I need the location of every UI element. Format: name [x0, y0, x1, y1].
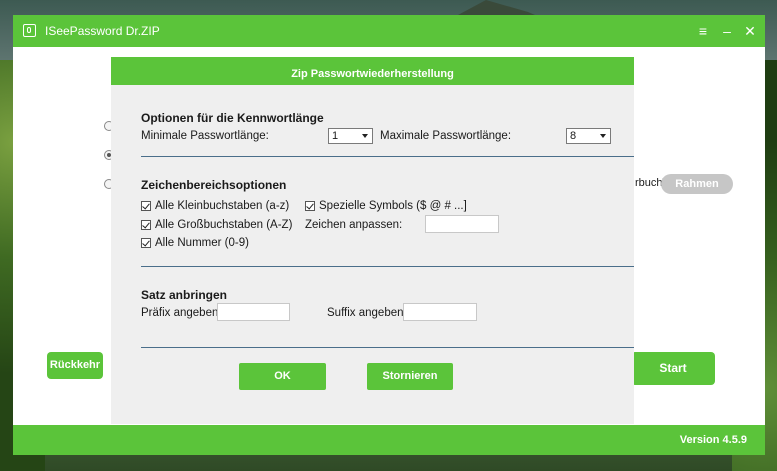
numbers-label: Alle Nummer (0-9): [155, 237, 249, 249]
lowercase-checkbox[interactable]: [141, 201, 151, 211]
max-length-label: Maximale Passwortlänge:: [380, 130, 512, 142]
symbols-checkbox[interactable]: [305, 201, 315, 211]
chevron-down-icon: [362, 134, 368, 138]
title-bar[interactable]: ISeePassword Dr.ZIP ≡ – ✕: [13, 15, 765, 47]
section-divider: [141, 347, 634, 348]
min-length-select[interactable]: 1: [328, 128, 373, 144]
minimize-icon[interactable]: –: [717, 21, 737, 41]
back-button[interactable]: Rückkehr: [47, 352, 103, 379]
section-divider: [141, 266, 634, 267]
suffix-label: Suffix angeben:: [327, 307, 407, 319]
length-section-title: Optionen für die Kennwortlänge: [141, 111, 324, 125]
lowercase-label: Alle Kleinbuchstaben (a-z): [155, 200, 290, 212]
chevron-down-icon: [600, 134, 606, 138]
version-label: Version 4.5.9: [679, 434, 747, 446]
dialog-title: Zip Passwortwiederherstellung: [111, 57, 634, 85]
min-length-value: 1: [332, 130, 339, 142]
close-icon[interactable]: ✕: [740, 21, 760, 41]
charset-section-title: Zeichenbereichsoptionen: [141, 178, 287, 192]
uppercase-label: Alle Großbuchstaben (A-Z): [155, 219, 293, 231]
password-recovery-dialog: Zip Passwortwiederherstellung Optionen f…: [111, 57, 634, 424]
cancel-button[interactable]: Stornieren: [367, 363, 453, 390]
prefix-label: Präfix angeben:: [141, 307, 222, 319]
section-divider: [141, 156, 634, 157]
symbols-label: Spezielle Symbols ($ @ # ...]: [319, 200, 467, 212]
app-title: ISeePassword Dr.ZIP: [45, 24, 160, 38]
numbers-checkbox[interactable]: [141, 238, 151, 248]
status-bar: Version 4.5.9: [13, 425, 765, 455]
custom-chars-input[interactable]: [425, 215, 499, 233]
min-length-label: Minimale Passwortlänge:: [141, 130, 269, 142]
suffix-input[interactable]: [403, 303, 477, 321]
ok-button[interactable]: OK: [239, 363, 326, 390]
frame-button[interactable]: Rahmen: [661, 174, 733, 194]
prefix-input[interactable]: [217, 303, 290, 321]
start-button[interactable]: Start: [631, 352, 715, 385]
custom-chars-label: Zeichen anpassen:: [305, 219, 403, 231]
max-length-value: 8: [570, 130, 577, 142]
menu-icon[interactable]: ≡: [693, 21, 713, 41]
max-length-select[interactable]: 8: [566, 128, 611, 144]
zip-logo-icon: [23, 24, 36, 37]
affix-section-title: Satz anbringen: [141, 288, 228, 302]
uppercase-checkbox[interactable]: [141, 220, 151, 230]
